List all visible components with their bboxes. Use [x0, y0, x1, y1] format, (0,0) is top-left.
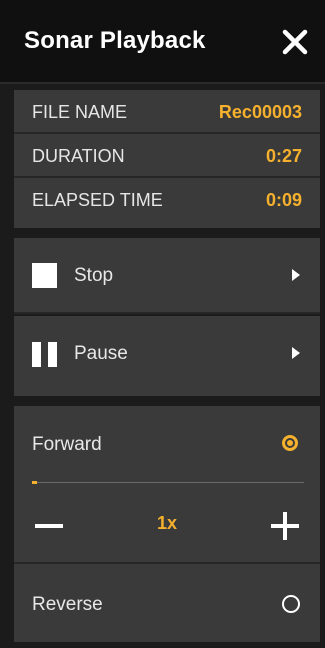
pause-button[interactable]: Pause: [14, 316, 320, 396]
chevron-right-icon: [292, 347, 300, 359]
forward-label: Forward: [32, 434, 102, 455]
close-icon[interactable]: [277, 24, 313, 60]
reverse-radio[interactable]: [282, 595, 300, 613]
divider: [14, 562, 320, 564]
stop-icon: [32, 263, 57, 288]
info-row-file-name: FILE NAME Rec00003: [14, 90, 320, 134]
elapsed-time-label: ELAPSED TIME: [32, 190, 163, 210]
chevron-right-icon: [292, 269, 300, 281]
sonar-playback-panel: Sonar Playback FILE NAME Rec00003 DURATI…: [0, 0, 325, 648]
file-name-label: FILE NAME: [32, 102, 128, 122]
info-row-duration: DURATION 0:27: [14, 134, 320, 178]
duration-label: DURATION: [32, 146, 125, 166]
reverse-label: Reverse: [32, 594, 103, 615]
plus-icon[interactable]: [268, 509, 302, 543]
playback-progress-track[interactable]: [32, 481, 304, 484]
forward-radio[interactable]: [282, 435, 298, 451]
header-bar: Sonar Playback: [0, 0, 325, 84]
playback-progress-fill: [32, 481, 38, 484]
direction-section: Forward 1x Reverse: [14, 406, 320, 642]
stop-button[interactable]: Stop: [14, 238, 320, 314]
file-name-value: Rec00003: [218, 102, 302, 122]
info-row-elapsed-time: ELAPSED TIME 0:09: [14, 178, 320, 228]
pause-label: Pause: [74, 343, 128, 364]
elapsed-time-value: 0:09: [265, 190, 302, 210]
stop-label: Stop: [74, 265, 114, 286]
panel-title: Sonar Playback: [24, 27, 206, 54]
pause-icon: [32, 342, 58, 367]
duration-value: 0:27: [265, 146, 302, 166]
